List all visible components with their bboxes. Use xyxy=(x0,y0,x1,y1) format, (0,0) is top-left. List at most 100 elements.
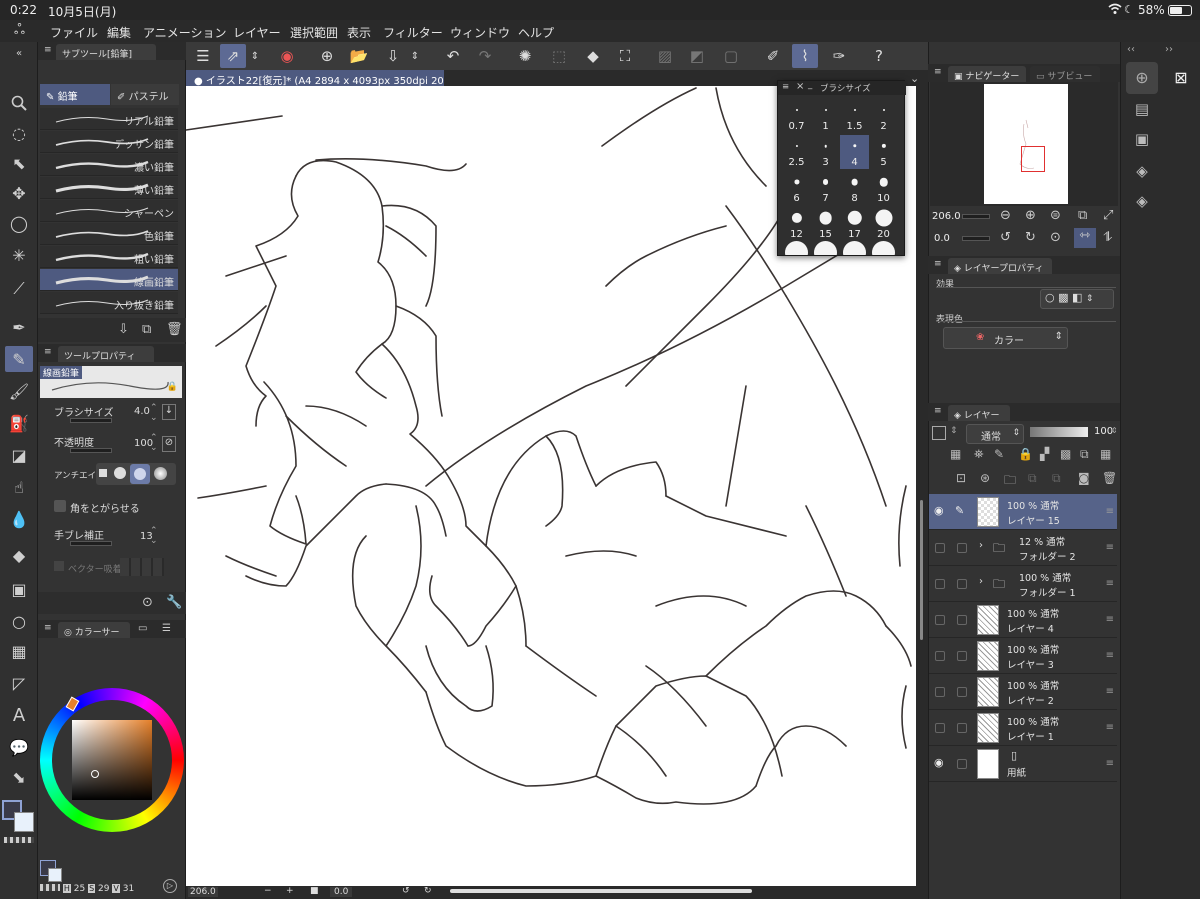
layer-drag-handle-icon[interactable]: ≡ xyxy=(1106,506,1114,517)
antialias-strong-icon[interactable] xyxy=(154,467,167,480)
zoom-tool-icon[interactable] xyxy=(5,90,33,116)
opacity-settings-icon[interactable]: ⊘ xyxy=(162,436,176,452)
rotate-right-icon[interactable]: ↻ xyxy=(424,886,432,896)
layer-color-effect-icon[interactable]: ◧ xyxy=(1072,291,1082,304)
border-effect-icon[interactable]: ○ xyxy=(1045,291,1055,304)
expression-color-select[interactable]: ❀ カラー ⇕ xyxy=(943,327,1068,349)
layer-drag-handle-icon[interactable]: ≡ xyxy=(1106,650,1114,661)
rotate-right-icon[interactable]: ↻ xyxy=(1025,230,1036,245)
layer-drag-handle-icon[interactable]: ≡ xyxy=(1106,542,1114,553)
brush-tool-icon[interactable]: 🖌 xyxy=(5,378,33,404)
antialias-none-icon[interactable] xyxy=(99,469,107,477)
new-raster-layer-icon[interactable]: ⊡ xyxy=(956,471,966,485)
mini-sub-color[interactable] xyxy=(48,868,62,882)
panel-menu-icon[interactable]: ≡ xyxy=(934,67,942,77)
panel-menu-icon[interactable]: ≡ xyxy=(44,623,52,633)
menu-file[interactable]: ファイル xyxy=(50,24,98,41)
layer-tab[interactable]: ◈ レイヤー xyxy=(948,405,1010,421)
eraser-tool-icon[interactable]: ◪ xyxy=(5,442,33,468)
correct-line-tool-icon[interactable]: ⬊ xyxy=(5,764,33,790)
brush-size-option[interactable]: 1 xyxy=(811,99,840,133)
frame-tool-icon[interactable]: ▦ xyxy=(5,638,33,664)
menu-selection[interactable]: 選択範囲 xyxy=(290,24,338,41)
stepper-icon[interactable]: ⇕ xyxy=(1086,294,1094,304)
clipping-icon[interactable]: ▦ xyxy=(950,447,961,461)
layer-color-icon[interactable] xyxy=(932,426,946,440)
draft-layer-icon[interactable]: ✎ xyxy=(994,447,1004,461)
minimize-icon[interactable]: _ xyxy=(808,80,812,90)
layer-effect-buttons[interactable]: ○ ▩ ◧ ⇕ xyxy=(1040,289,1114,309)
panel-menu-icon[interactable]: ≡ xyxy=(934,259,942,269)
menu-window[interactable]: ウィンドウ xyxy=(450,24,510,41)
reset-icon[interactable]: ⊙ xyxy=(142,595,153,610)
expand-icon[interactable]: ›› xyxy=(1165,44,1173,55)
brush-size-option[interactable]: 7 xyxy=(811,171,840,205)
edit-target-checkbox[interactable] xyxy=(957,543,967,553)
create-mask-icon[interactable]: ◙ xyxy=(1078,471,1090,485)
auto-action-dock-icon[interactable]: ▣ xyxy=(1126,130,1158,156)
menu-icon[interactable]: ☰ xyxy=(190,44,216,68)
flip-horizontal-icon[interactable]: ⇿ xyxy=(1074,228,1096,248)
lock-transparency-icon[interactable]: ▞ xyxy=(1040,447,1049,461)
opacity-slider[interactable] xyxy=(70,448,112,453)
menu-layer[interactable]: レイヤー xyxy=(233,24,281,41)
brush-size-option[interactable]: 12 xyxy=(782,207,811,241)
visibility-eye-icon[interactable] xyxy=(935,723,945,733)
save-icon[interactable]: ⇩ xyxy=(380,44,406,68)
antialias-selector[interactable] xyxy=(96,463,176,485)
bottom-angle-value[interactable]: 0.0 xyxy=(330,887,353,897)
brush-item[interactable]: デッサン鉛筆 xyxy=(40,131,178,153)
rotate-left-icon[interactable]: ↺ xyxy=(1000,230,1011,245)
layer-row[interactable]: › 🗀 12 % 通常 フォルダー 2 ≡ xyxy=(929,530,1117,566)
pen-reference-icon[interactable]: ✐ xyxy=(760,44,786,68)
edit-target-checkbox[interactable] xyxy=(957,579,967,589)
open-file-icon[interactable]: 📂 xyxy=(346,44,372,68)
brush-size-option[interactable]: 20 xyxy=(869,207,898,241)
delete-subtool-icon[interactable]: 🗑 xyxy=(166,322,183,337)
gradient-tool-icon[interactable]: ▣ xyxy=(5,576,33,602)
flip-vertical-icon[interactable]: ⥮ xyxy=(1103,230,1112,245)
stepper-icon[interactable]: ⇕ xyxy=(950,426,958,436)
close-icon[interactable]: × xyxy=(796,81,804,92)
viewport-rect[interactable] xyxy=(1021,146,1045,172)
color-picker-cursor[interactable] xyxy=(91,770,99,778)
panel-menu-icon[interactable]: ≡ xyxy=(934,406,942,416)
brush-size-option[interactable]: 2.5 xyxy=(782,135,811,169)
pencil-tool-icon[interactable]: ✎ xyxy=(5,346,33,372)
color-mode-icon[interactable]: ▷ xyxy=(163,879,177,893)
nav-angle-value[interactable]: 0.0 xyxy=(934,233,950,244)
brush-item[interactable]: 濃い鉛筆 xyxy=(40,154,178,176)
vertical-scrollbar[interactable] xyxy=(920,500,923,640)
eyedropper-icon[interactable]: ⟋ xyxy=(5,276,33,302)
layer-row[interactable]: 100 % 通常 レイヤー 3 ≡ xyxy=(929,638,1117,674)
bottom-zoom-value[interactable]: 206.0 xyxy=(188,887,218,897)
panel-menu-icon[interactable]: ≡ xyxy=(782,82,789,92)
folder-expand-icon[interactable]: › xyxy=(979,576,983,587)
brush-item[interactable]: 粗い鉛筆 xyxy=(40,246,178,268)
brush-size-option[interactable]: 3 xyxy=(811,135,840,169)
lasso-tool-icon[interactable]: ◯ xyxy=(5,210,33,236)
merge-selected-icon[interactable]: ⧉ xyxy=(1052,471,1061,486)
merge-down-icon[interactable]: ⧉ xyxy=(1028,471,1037,486)
layer-dock-icon[interactable]: ◈ xyxy=(1126,192,1158,218)
fit-screen-icon[interactable]: ⊜ xyxy=(1050,208,1061,223)
clear-outside-icon[interactable]: ◩ xyxy=(684,44,710,68)
brush-size-option[interactable]: 8 xyxy=(840,171,869,205)
brush-size-large-dot[interactable] xyxy=(814,241,837,255)
edit-target-checkbox[interactable] xyxy=(957,723,967,733)
stepper-icon[interactable]: ⇕ xyxy=(408,44,422,68)
color-set-tab-icon[interactable]: ☰ xyxy=(162,623,171,634)
duplicate-subtool-icon[interactable]: ⧉ xyxy=(142,322,151,337)
fit-window-icon[interactable]: ⤢ xyxy=(1103,208,1113,223)
color-slider-tab-icon[interactable]: ▭ xyxy=(138,623,147,634)
mask-enable-icon[interactable]: ▩ xyxy=(1060,447,1071,461)
subview-tab[interactable]: ▭ サブビュー xyxy=(1030,66,1100,82)
layer-row[interactable]: 100 % 通常 レイヤー 2 ≡ xyxy=(929,674,1117,710)
brush-size-more-row[interactable] xyxy=(782,241,900,255)
brush-size-large-dot[interactable] xyxy=(785,241,808,255)
antialias-weak-icon[interactable] xyxy=(114,467,126,479)
lock-layer-icon[interactable]: 🔒 xyxy=(1018,447,1033,461)
layer-opacity-slider[interactable] xyxy=(1030,427,1088,437)
visibility-eye-icon[interactable] xyxy=(935,543,945,553)
zoom-minus-icon[interactable]: − xyxy=(264,886,272,896)
